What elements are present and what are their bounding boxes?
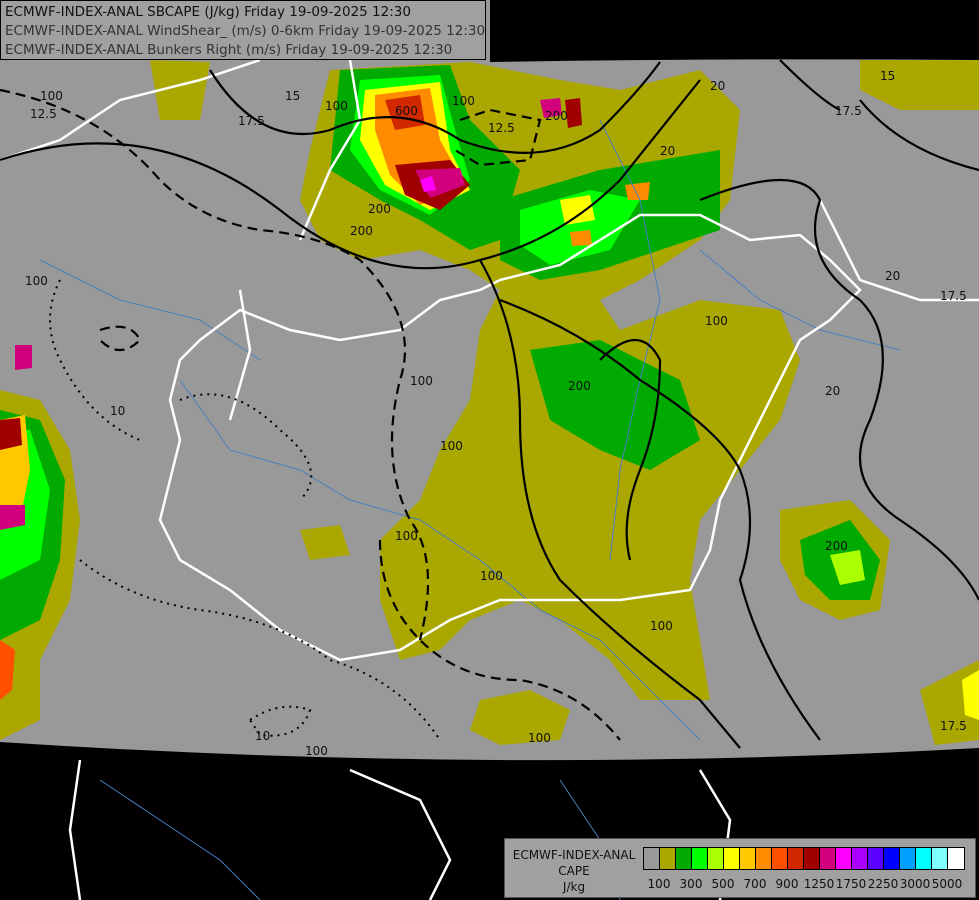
contour-label: 15	[285, 89, 300, 103]
contour-label: 100	[25, 274, 48, 288]
legend-tick-label: 1750	[835, 877, 867, 891]
contour-label: 20	[885, 269, 900, 283]
contour-label: 10	[110, 404, 125, 418]
legend-tick-label: 3000	[899, 877, 931, 891]
contour-label: 200	[825, 539, 848, 553]
legend-swatch	[740, 848, 756, 869]
contour-label: 20	[710, 79, 725, 93]
contour-label: 100	[705, 314, 728, 328]
legend-swatch	[756, 848, 772, 869]
legend-swatch	[868, 848, 884, 869]
legend-swatch	[836, 848, 852, 869]
legend-color-scale	[643, 847, 965, 870]
cape-area	[560, 195, 595, 225]
legend-swatch	[820, 848, 836, 869]
contour-label: 200	[545, 109, 568, 123]
contour-label: 10	[255, 729, 270, 743]
cape-map: 12.5 15 17.5 20 15 12.5 17.5 20 20 17.5 …	[0, 0, 979, 900]
cape-legend: ECMWF-INDEX-ANAL CAPE J/kg 100 300 500 700 9…	[504, 838, 976, 898]
legend-swatch	[852, 848, 868, 869]
contour-label: 12.5	[488, 121, 515, 135]
contour-label: 100	[410, 374, 433, 388]
contour-label: 15	[880, 69, 895, 83]
contour-label: 100	[325, 99, 348, 113]
cape-area	[15, 345, 32, 370]
contour-label: 12.5	[30, 107, 57, 121]
contour-label: 17.5	[940, 719, 967, 733]
contour-label: 17.5	[238, 114, 265, 128]
cape-area	[0, 418, 22, 450]
legend-tick-label: 100	[647, 877, 671, 891]
cape-area	[570, 230, 592, 246]
contour-label: 100	[480, 569, 503, 583]
contour-label: 100	[40, 89, 63, 103]
title-sbcape: ECMWF-INDEX-ANAL SBCAPE (J/kg) Friday 19…	[5, 4, 411, 20]
legend-swatch	[884, 848, 900, 869]
legend-swatch	[660, 848, 676, 869]
contour-label: 100	[650, 619, 673, 633]
contour-label: 200	[350, 224, 373, 238]
legend-tick-label: 300	[679, 877, 703, 891]
legend-swatch	[916, 848, 932, 869]
contour-label: 17.5	[835, 104, 862, 118]
title-bunkers: ECMWF-INDEX-ANAL Bunkers Right (m/s) Fri…	[5, 42, 453, 58]
legend-swatch	[900, 848, 916, 869]
legend-swatch	[804, 848, 820, 869]
contour-label: 200	[568, 379, 591, 393]
legend-title: ECMWF-INDEX-ANAL CAPE J/kg	[509, 847, 639, 895]
cape-area	[625, 182, 650, 200]
legend-swatch	[708, 848, 724, 869]
contour-label: 200	[368, 202, 391, 216]
legend-swatch	[772, 848, 788, 869]
contour-label: 17.5	[940, 289, 967, 303]
legend-tick-label: 1250	[803, 877, 835, 891]
legend-swatch	[676, 848, 692, 869]
contour-label: 100	[528, 731, 551, 745]
legend-swatch	[644, 848, 660, 869]
contour-label: 100	[452, 94, 475, 108]
contour-label: 20	[825, 384, 840, 398]
contour-label: 100	[440, 439, 463, 453]
contour-label: 100	[395, 529, 418, 543]
contour-label: 20	[660, 144, 675, 158]
legend-swatch	[724, 848, 740, 869]
legend-unit: J/kg	[562, 880, 586, 894]
legend-variable: CAPE	[558, 864, 590, 878]
legend-tick-label: 5000	[931, 877, 963, 891]
legend-swatch	[788, 848, 804, 869]
legend-tick-label: 2250	[867, 877, 899, 891]
legend-swatch	[932, 848, 948, 869]
legend-source: ECMWF-INDEX-ANAL	[512, 848, 636, 862]
legend-tick-label: 900	[775, 877, 799, 891]
contour-label: 600	[395, 104, 418, 118]
legend-tick-labels: 100 300 500 700 900 1250 1750 2250 3000 5000	[643, 877, 965, 893]
title-windshear: ECMWF-INDEX-ANAL WindShear_ (m/s) 0-6km …	[5, 23, 486, 39]
map-title-box: ECMWF-INDEX-ANAL SBCAPE (J/kg) Friday 19…	[0, 0, 486, 60]
contour-label: 100	[305, 744, 328, 758]
legend-swatch	[948, 848, 964, 869]
legend-tick-label: 500	[711, 877, 735, 891]
legend-swatch	[692, 848, 708, 869]
legend-tick-label: 700	[743, 877, 767, 891]
